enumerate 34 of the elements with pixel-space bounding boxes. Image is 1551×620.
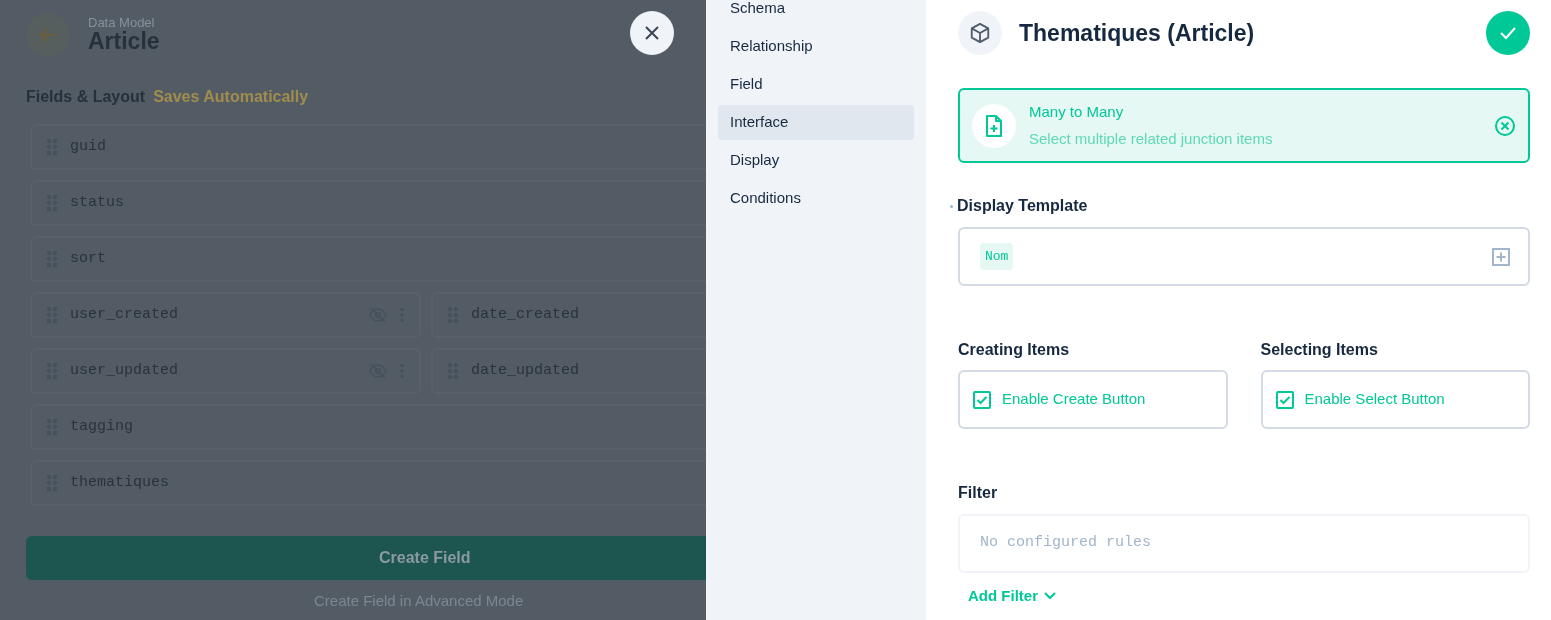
nav-item[interactable]: Field xyxy=(718,67,914,102)
nav-item[interactable]: Display xyxy=(718,143,914,178)
empty-rules-text: No configured rules xyxy=(980,533,1152,554)
add-filter-button[interactable]: Add Filter xyxy=(968,585,1056,608)
back-button[interactable] xyxy=(26,13,70,57)
checkbox[interactable]: Enable Create Button xyxy=(973,388,1146,411)
checked-box-icon xyxy=(1275,390,1294,409)
save-button[interactable] xyxy=(1486,11,1530,55)
save-status: Saves Automatically xyxy=(153,87,309,107)
nav-item[interactable]: Interface xyxy=(718,105,914,140)
interface-description: Select multiple related junction items xyxy=(1029,128,1274,149)
required-dot xyxy=(950,204,953,208)
chevron-down-icon xyxy=(1044,592,1056,601)
checkbox[interactable]: Enable Select Button xyxy=(1275,388,1445,411)
file-plus-icon xyxy=(972,103,1016,148)
interface-name: Many to Many xyxy=(1029,102,1125,122)
close-button[interactable] xyxy=(630,11,674,55)
close-icon xyxy=(643,24,661,42)
box-icon xyxy=(958,11,1002,55)
field-label: Display Template xyxy=(957,196,1088,216)
nav-item[interactable]: Conditions xyxy=(718,181,914,216)
display-template-field[interactable]: Nom xyxy=(958,227,1530,286)
add-field-icon[interactable] xyxy=(1492,247,1510,266)
field-label: Creating Items xyxy=(958,340,1071,360)
create-field-button[interactable]: Create Field xyxy=(26,536,706,580)
clear-icon[interactable] xyxy=(1494,114,1516,137)
interface-card[interactable]: Many to Many Select multiple related junction items xyxy=(958,88,1530,163)
checked-box-icon xyxy=(973,390,991,409)
field-label: Selecting Items xyxy=(1260,340,1379,360)
template-token: Nom xyxy=(980,242,1014,271)
nav-item[interactable]: Schema xyxy=(718,0,914,26)
nav-item[interactable]: Relationship xyxy=(718,29,914,64)
field-label: Filter xyxy=(958,483,999,503)
drawer-title: Thematiques (Article) xyxy=(1019,18,1256,48)
